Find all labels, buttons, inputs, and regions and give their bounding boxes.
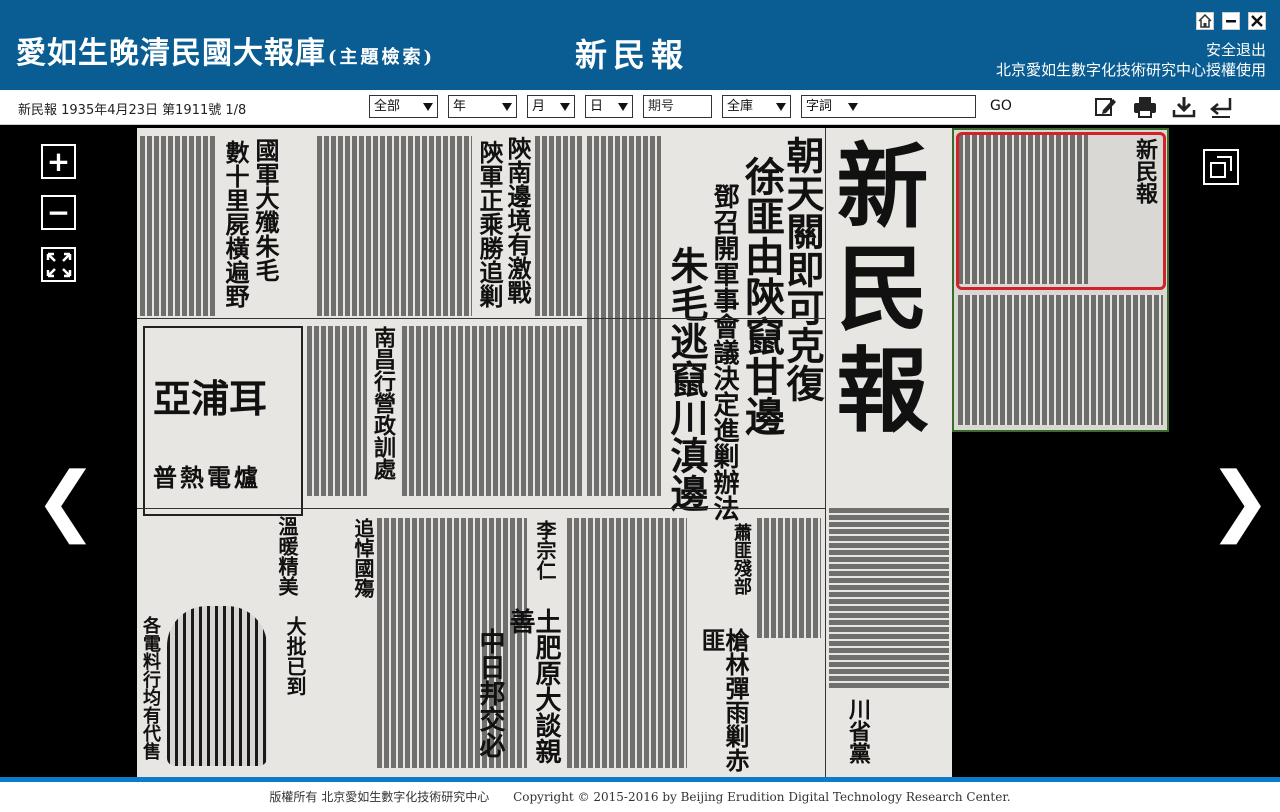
fit-icon	[46, 252, 71, 277]
headline-8: 數十里屍橫遍野	[221, 140, 250, 308]
brand-title: 愛如生晚清民國大報庫	[16, 36, 326, 71]
ad-tagline: 溫暖精美	[275, 516, 299, 596]
zoom-in-button[interactable]: +	[41, 144, 76, 179]
app-brand: 愛如生晚清民國大報庫 (主題檢索)	[16, 28, 435, 72]
headline-11: 追悼國殤	[351, 518, 375, 598]
chevron-down-icon	[618, 103, 628, 111]
library-select-value: 全庫	[727, 99, 754, 114]
advert-box: 亞浦耳 普熱電爐	[143, 326, 303, 516]
return-icon[interactable]	[1208, 95, 1234, 119]
masthead: 新民報	[821, 138, 929, 444]
download-icon[interactable]	[1171, 95, 1197, 119]
footer-copyright: Copyright © 2015-2016 by Beijing Eruditi…	[513, 790, 1011, 804]
prev-page-button[interactable]: ❮	[34, 455, 98, 544]
scope-select[interactable]: 全部	[369, 95, 438, 118]
article-text	[587, 136, 661, 496]
article-text	[829, 508, 949, 688]
go-button[interactable]: GO	[990, 98, 1012, 114]
print-icon[interactable]	[1132, 95, 1158, 119]
year-select[interactable]: 年	[448, 95, 517, 118]
footer: 版權所有 北京愛如生數字化技術研究中心 Copyright © 2015-201…	[0, 782, 1280, 812]
headline-9: 南昌行營政訓處	[370, 326, 396, 480]
newspaper-page[interactable]: 新民報 朝天關即可克復 徐匪由陝竄甘邊 鄧召開軍事會議決定進剿辦法 朱毛逃竄川滇…	[137, 128, 952, 777]
headline-15: 川省黨	[845, 698, 871, 764]
headline-1: 朝天關即可克復	[780, 136, 825, 402]
headline-4: 朱毛逃竄川滇邊	[664, 246, 709, 512]
headline-6: 陝軍正乘勝追剿	[475, 140, 504, 308]
article-text	[317, 136, 472, 316]
brand-subtitle: (主題檢索)	[328, 47, 436, 68]
chevron-down-icon	[502, 103, 512, 111]
scope-select-value: 全部	[374, 99, 401, 114]
day-select[interactable]: 日	[585, 95, 633, 118]
header-right: 安全退出 北京愛如生數字化技術研究中心授權使用	[996, 40, 1266, 80]
app-header: 愛如生晚清民國大報庫 (主題檢索) 新民報 安全退出 北京愛如生數字化技術研究中心…	[0, 0, 1280, 90]
page-viewer[interactable]: + − ❮ ❯ 新民報 朝天關即可克復 徐匪由陝竄甘邊 鄧召開軍事會議決定進剿辦…	[0, 125, 1280, 777]
headline-10: 李宗仁	[533, 520, 557, 580]
page-thumbnail[interactable]: 新民報	[952, 128, 1169, 432]
ad-arrival: 大批已到	[283, 616, 307, 696]
article-text	[757, 518, 821, 638]
logout-link[interactable]: 安全退出	[996, 40, 1266, 60]
chevron-down-icon	[423, 103, 433, 111]
headline-12: 土肥原大談親善	[505, 608, 561, 764]
headline-3: 鄧召開軍事會議決定進剿辦法	[709, 183, 739, 521]
paper-name: 新民報	[575, 36, 690, 74]
article-text	[140, 136, 216, 316]
headline-16: 蕭匪殘部	[731, 523, 752, 595]
article-text	[402, 326, 582, 496]
issue-info: 新民報 1935年4月23日 第1911號 1/8	[18, 103, 247, 118]
headline-14: 槍林彈雨剿赤匪	[697, 628, 750, 772]
word-select-value: 字詞	[806, 99, 833, 114]
search-toolbar: 新民報 1935年4月23日 第1911號 1/8 全部 年 月 日 期号 全庫…	[0, 90, 1280, 125]
zoom-out-button[interactable]: −	[41, 195, 76, 230]
minimize-icon[interactable]	[1222, 12, 1240, 30]
library-select[interactable]: 全庫	[722, 95, 791, 118]
chevron-down-icon	[776, 103, 786, 111]
window-controls	[1196, 12, 1266, 30]
fit-page-button[interactable]	[41, 247, 76, 282]
headline-2: 徐匪由陝竄甘邊	[738, 156, 785, 436]
footer-rights: 版權所有 北京愛如生數字化技術研究中心	[269, 790, 490, 804]
close-icon[interactable]	[1248, 12, 1266, 30]
article-text	[535, 136, 583, 316]
headline-13: 中日邦交必	[475, 628, 505, 758]
chevron-down-icon	[560, 103, 570, 111]
license-text: 北京愛如生數字化技術研究中心授權使用	[995, 61, 1266, 79]
headline-5: 陝南邊境有激戰	[503, 136, 532, 304]
next-page-button[interactable]: ❯	[1208, 455, 1272, 544]
day-select-value: 日	[590, 99, 604, 114]
headline-7: 國軍大殲朱毛	[251, 138, 280, 282]
word-select[interactable]: 字詞	[801, 95, 976, 118]
home-icon[interactable]	[1196, 12, 1214, 30]
article-text	[307, 326, 367, 496]
thumb-text	[958, 295, 1163, 425]
fullscreen-button[interactable]	[1203, 149, 1239, 185]
ad-brand: 亞浦耳	[153, 376, 268, 421]
edit-icon[interactable]	[1093, 95, 1119, 119]
ad-product: 普熱電爐	[153, 463, 261, 492]
divider	[825, 128, 826, 777]
year-select-value: 年	[453, 99, 467, 114]
article-text	[567, 518, 687, 768]
fullscreen-icon	[1210, 156, 1232, 178]
issue-number-input[interactable]: 期号	[643, 95, 712, 118]
chevron-down-icon	[848, 103, 858, 111]
heater-illustration	[167, 606, 267, 766]
divider	[137, 318, 825, 319]
month-select[interactable]: 月	[527, 95, 575, 118]
viewport-indicator[interactable]	[956, 132, 1166, 290]
month-select-value: 月	[532, 99, 546, 114]
ad-dealers: 各電料行均有代售	[140, 616, 161, 760]
divider	[137, 508, 825, 509]
